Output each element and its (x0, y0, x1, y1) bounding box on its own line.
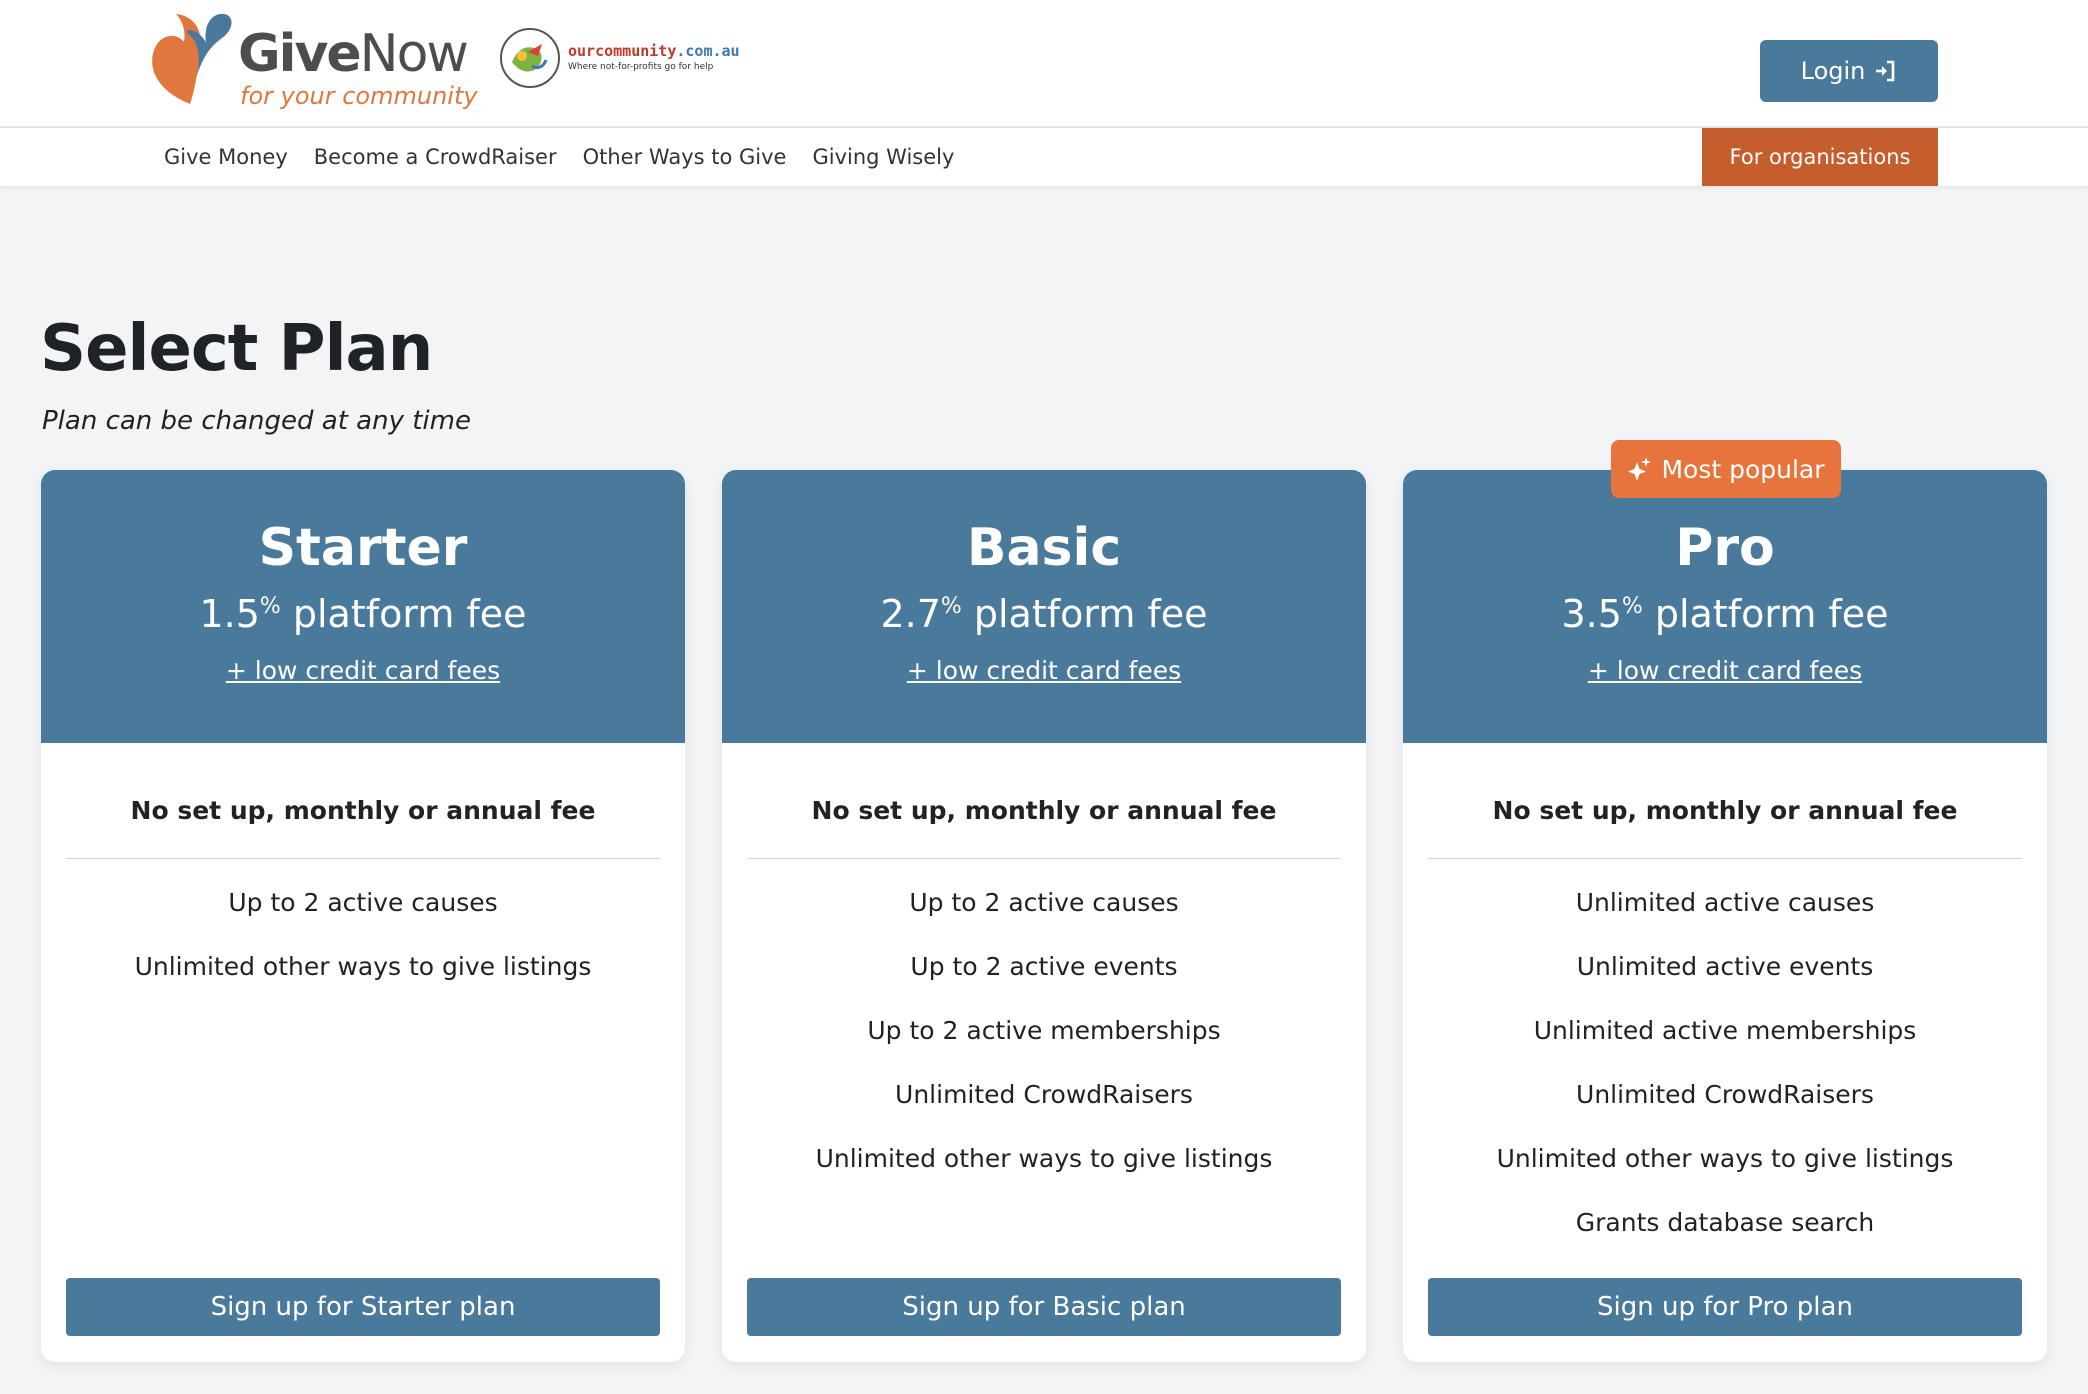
feature-item: Unlimited CrowdRaisers (1576, 1080, 1874, 1109)
logo-wordmark: GiveNow (238, 24, 469, 84)
credit-card-fees-link[interactable]: + low credit card fees (1403, 656, 2047, 685)
nav-other-ways-to-give[interactable]: Other Ways to Give (583, 145, 787, 169)
logo-tagline: for your community (240, 82, 478, 110)
main-nav: Give Money Become a CrowdRaiser Other Wa… (0, 128, 2088, 186)
plan-card-starter: Starter 1.5% platform fee + low credit c… (41, 470, 685, 1362)
login-label: Login (1800, 57, 1866, 85)
plan-name: Basic (966, 518, 1122, 578)
feature-list: Up to 2 active causes Unlimited other wa… (41, 888, 685, 1016)
sparkle-icon (1628, 457, 1652, 481)
feature-item: Up to 2 active events (910, 952, 1178, 981)
feature-item: Up to 2 active causes (909, 888, 1179, 917)
ourcommunity-slogan: Where not-for-profits go for help (568, 62, 714, 72)
nav-giving-wisely[interactable]: Giving Wisely (812, 145, 954, 169)
nav-become-crowdraiser[interactable]: Become a CrowdRaiser (314, 145, 557, 169)
feature-item: Unlimited other ways to give listings (815, 1144, 1273, 1173)
plan-card-basic: Basic 2.7% platform fee + low credit car… (722, 470, 1366, 1362)
credit-card-fees-link[interactable]: + low credit card fees (722, 656, 1366, 685)
no-fee-note: No set up, monthly or annual fee (130, 796, 596, 825)
feature-item: Unlimited CrowdRaisers (895, 1080, 1193, 1109)
no-fee-note: No set up, monthly or annual fee (811, 796, 1277, 825)
feature-item: Up to 2 active causes (228, 888, 498, 917)
feature-item: Unlimited active events (1576, 952, 1874, 981)
plan-fee: 2.7% platform fee (880, 592, 1208, 636)
plan-header: Basic 2.7% platform fee + low credit car… (722, 470, 1366, 743)
feature-item: Unlimited other ways to give listings (1496, 1144, 1954, 1173)
heart-logo-icon (152, 13, 232, 104)
plan-header: Pro 3.5% platform fee + low credit card … (1403, 470, 2047, 743)
feature-item: Up to 2 active memberships (867, 1016, 1221, 1045)
most-popular-label: Most popular (1661, 454, 1825, 484)
page-title: Select Plan (40, 312, 433, 386)
feature-item: Unlimited other ways to give listings (134, 952, 592, 981)
ourcommunity-logo[interactable]: ourcommunity.com.au Where not-for-profit… (498, 26, 768, 94)
top-header: GiveNow for your community ourcommunity.… (0, 0, 2088, 128)
plan-card-pro: Pro 3.5% platform fee + low credit card … (1403, 470, 2047, 1362)
plan-name: Starter (258, 518, 468, 578)
divider (1428, 858, 2022, 859)
sign-in-icon (1876, 60, 1895, 82)
credit-card-fees-link[interactable]: + low credit card fees (41, 656, 685, 685)
plan-fee: 1.5% platform fee (199, 592, 527, 636)
plan-fee: 3.5% platform fee (1561, 592, 1889, 636)
feature-item: Unlimited active causes (1575, 888, 1875, 917)
givenow-logo[interactable]: GiveNow for your community (146, 8, 478, 118)
feature-list: Unlimited active causes Unlimited active… (1403, 888, 2047, 1272)
globe-icon (500, 28, 560, 88)
feature-list: Up to 2 active causes Up to 2 active eve… (722, 888, 1366, 1208)
login-button[interactable]: Login (1760, 40, 1938, 102)
divider (747, 858, 1341, 859)
most-popular-badge: Most popular (1611, 440, 1841, 498)
page-subtitle: Plan can be changed at any time (42, 406, 471, 436)
divider (66, 858, 660, 859)
signup-basic-button[interactable]: Sign up for Basic plan (747, 1278, 1341, 1336)
plan-name: Pro (1675, 518, 1775, 578)
for-organisations-button[interactable]: For organisations (1702, 128, 1938, 186)
no-fee-note: No set up, monthly or annual fee (1492, 796, 1958, 825)
plan-header: Starter 1.5% platform fee + low credit c… (41, 470, 685, 743)
feature-item: Grants database search (1575, 1208, 1875, 1237)
signup-starter-button[interactable]: Sign up for Starter plan (66, 1278, 660, 1336)
feature-item: Unlimited active memberships (1533, 1016, 1917, 1045)
nav-give-money[interactable]: Give Money (164, 145, 288, 169)
signup-pro-button[interactable]: Sign up for Pro plan (1428, 1278, 2022, 1336)
ourcommunity-name: ourcommunity.com.au (568, 42, 740, 60)
